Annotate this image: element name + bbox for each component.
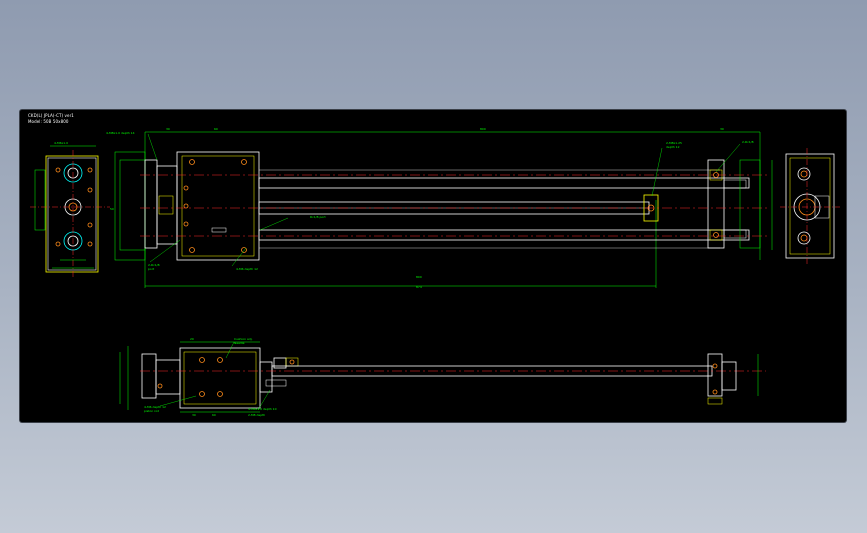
dim-stroke: 800: [416, 275, 422, 279]
left-end-view: [30, 145, 110, 278]
note-mid-2: Rc1/8 port: [310, 215, 326, 219]
dim-side-width: 50: [110, 207, 114, 211]
right-end-view: [771, 148, 840, 266]
note-bottom-left-b: port: [148, 267, 155, 271]
note-top-left: 4-M8x1.0 depth 14: [106, 131, 135, 135]
top-main-view: [114, 131, 770, 288]
dim-bottom-a: 20: [190, 337, 194, 341]
dim-width-c: 30: [720, 127, 724, 131]
dim-overall: 874: [416, 285, 422, 289]
note-top-right-b: depth 12: [666, 145, 680, 149]
note-side-e: piston rod: [144, 409, 159, 413]
note-top-right-c: 2-Rc1/8: [742, 140, 754, 144]
note-left-small: 4-M6x1.0: [54, 141, 68, 145]
cad-drawing: 4-M8x1.0 depth 14 800 800 874 30 60 30 2…: [30, 127, 840, 417]
note-side-f: 2-M8 depth: [248, 413, 265, 417]
dim-width-a: 30: [166, 127, 170, 131]
cad-viewport[interactable]: CKD(L) JPLA(-CT) ver1 Model: 50B 50x800: [20, 110, 846, 422]
bottom-side-view: [119, 341, 766, 413]
dim-width-b: 60: [214, 127, 218, 131]
note-side-d: 4-M6x1.0 depth 10: [248, 407, 277, 411]
note-mid: 4-M6 depth 12: [236, 267, 258, 271]
note-side-b: Needle: [234, 341, 245, 345]
dim-bottom-c: 30: [192, 413, 196, 417]
dim-top-total: 800: [480, 127, 486, 131]
dim-bottom-b: 60: [212, 413, 216, 417]
